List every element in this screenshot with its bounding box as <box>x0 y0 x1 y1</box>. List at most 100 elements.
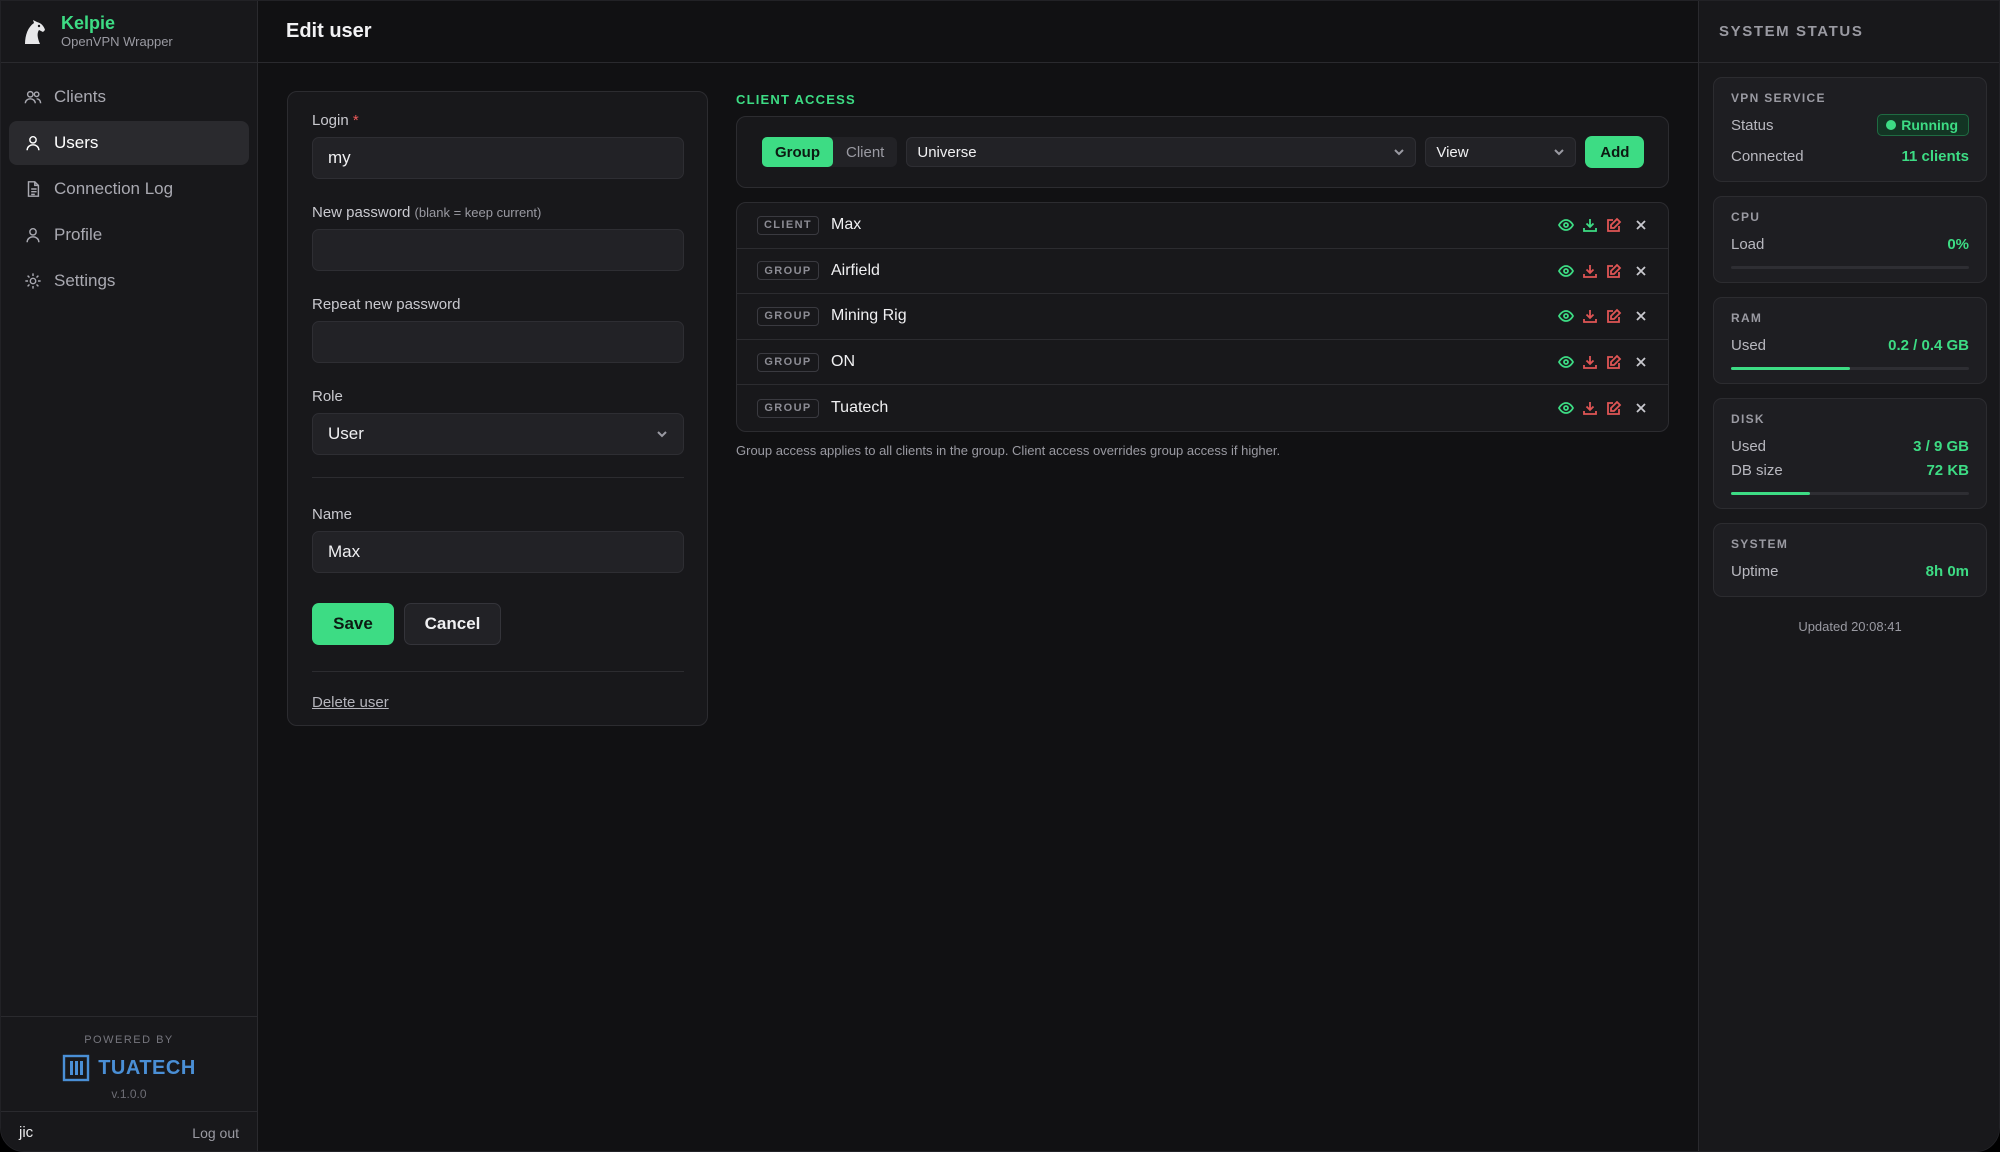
sidebar-item-label: Profile <box>54 225 103 244</box>
system-status-panel: SYSTEM STATUS VPN SERVICE Status Running… <box>1698 1 1999 1151</box>
card-title: SYSTEM <box>1731 537 1789 551</box>
status-updated-time: Updated 20:08:41 <box>1798 619 1902 634</box>
edit-icon[interactable] <box>1606 217 1622 233</box>
download-icon[interactable] <box>1582 308 1598 324</box>
ram-card: RAM Used 0.2 / 0.4 GB <box>1713 297 1987 384</box>
logout-link[interactable]: Log out <box>192 1125 239 1141</box>
sidebar-item-users[interactable]: Users <box>9 121 249 165</box>
card-title: VPN SERVICE <box>1731 91 1826 105</box>
access-type-badge: GROUP <box>757 306 819 326</box>
access-help-note: Group access applies to all clients in t… <box>736 443 1281 458</box>
eye-icon[interactable] <box>1558 263 1574 279</box>
card-title: RAM <box>1731 311 1763 325</box>
role-select-value: User <box>328 424 364 443</box>
name-field[interactable]: Max <box>312 531 684 573</box>
access-row: GROUP ON <box>737 340 1668 386</box>
stat-label: Used <box>1731 437 1767 455</box>
sidebar-item-label: Settings <box>54 271 116 290</box>
form-divider <box>312 477 684 478</box>
new-password-field[interactable] <box>312 229 684 271</box>
name-label: Name <box>312 506 353 523</box>
edit-icon[interactable] <box>1606 308 1622 324</box>
powered-by: POWERED BY TUATECH v.1.0.0 <box>1 1016 257 1111</box>
edit-icon[interactable] <box>1606 354 1622 370</box>
brand-subtitle: OpenVPN Wrapper <box>61 34 173 49</box>
login-field[interactable]: my <box>312 137 684 179</box>
cancel-button[interactable]: Cancel <box>404 603 501 645</box>
download-icon[interactable] <box>1582 263 1598 279</box>
access-name: Tuatech <box>831 399 889 417</box>
user-bar: jic Log out <box>1 1111 257 1151</box>
edit-icon[interactable] <box>1606 263 1622 279</box>
sidebar-item-clients[interactable]: Clients <box>9 75 249 119</box>
tuatech-logo-icon <box>63 1054 90 1082</box>
edit-user-form: Login * my New password (blank = keep cu… <box>287 91 708 726</box>
eye-icon[interactable] <box>1558 354 1574 370</box>
download-icon[interactable] <box>1582 400 1598 416</box>
app-version: v.1.0.0 <box>111 1087 147 1101</box>
edit-icon[interactable] <box>1606 400 1622 416</box>
stat-label: Load <box>1731 235 1765 253</box>
toggle-group-button[interactable]: Group <box>762 137 833 167</box>
close-icon[interactable] <box>1634 355 1648 369</box>
access-target-value: Universe <box>917 143 977 161</box>
role-select[interactable]: User <box>312 413 684 455</box>
stat-label: Used <box>1731 336 1767 354</box>
stat-label: Status <box>1731 116 1774 134</box>
stat-value: 72 KB <box>1926 461 1969 479</box>
disk-card: DISK Used 3 / 9 GB DB size 72 KB <box>1713 398 1987 509</box>
required-marker: * <box>352 112 359 129</box>
stat-value: 3 / 9 GB <box>1913 437 1969 455</box>
sidebar-item-profile[interactable]: Profile <box>9 213 249 257</box>
status-badge: Running <box>1877 114 1969 136</box>
close-icon[interactable] <box>1634 401 1648 415</box>
sidebar-item-label: Connection Log <box>54 179 174 198</box>
close-icon[interactable] <box>1634 218 1648 232</box>
ram-progress-bar <box>1731 367 1969 370</box>
access-row: GROUP Airfield <box>737 249 1668 295</box>
brand-title: Kelpie <box>61 13 116 33</box>
eye-icon[interactable] <box>1558 400 1574 416</box>
access-type-badge: GROUP <box>757 398 819 418</box>
eye-icon[interactable] <box>1558 217 1574 233</box>
add-access-button[interactable]: Add <box>1585 136 1645 168</box>
chevron-down-icon <box>1394 149 1405 156</box>
sidebar-item-settings[interactable]: Settings <box>9 259 249 303</box>
row-actions <box>1558 263 1648 279</box>
stat-label: DB size <box>1731 461 1783 479</box>
access-permission-select[interactable]: View <box>1425 137 1577 167</box>
access-row: GROUP Tuatech <box>737 385 1668 431</box>
access-add-bar: Group Client Universe View Add <box>736 116 1669 188</box>
close-icon[interactable] <box>1634 264 1648 278</box>
eye-icon[interactable] <box>1558 308 1574 324</box>
save-button[interactable]: Save <box>312 603 394 645</box>
user-icon <box>26 135 40 151</box>
stat-value: 0% <box>1947 235 1969 253</box>
access-name: Mining Rig <box>831 307 907 325</box>
delete-user-link[interactable]: Delete user <box>312 694 389 711</box>
download-icon[interactable] <box>1582 217 1598 233</box>
progress-fill <box>1731 492 1810 495</box>
repeat-password-field[interactable] <box>312 321 684 363</box>
brand[interactable]: Kelpie OpenVPN Wrapper <box>1 1 257 63</box>
access-row: GROUP Mining Rig <box>737 294 1668 340</box>
toggle-client-button[interactable]: Client <box>833 137 897 167</box>
download-icon[interactable] <box>1582 354 1598 370</box>
vpn-service-card: VPN SERVICE Status Running Connected 11 … <box>1713 77 1987 182</box>
powered-by-label: POWERED BY <box>84 1034 174 1046</box>
access-row: CLIENT Max <box>737 203 1668 249</box>
stat-value: 11 clients <box>1901 147 1969 165</box>
chevron-down-icon <box>1554 149 1565 156</box>
access-target-select[interactable]: Universe <box>906 137 1417 167</box>
progress-fill <box>1731 367 1850 370</box>
disk-used-row: Used 3 / 9 GB <box>1731 434 1969 458</box>
access-name: ON <box>831 353 855 371</box>
main-header: Edit user <box>258 1 1698 63</box>
sidebar-item-connection-log[interactable]: Connection Log <box>9 167 249 211</box>
role-label: Role <box>312 388 343 405</box>
powered-by-company: TUATECH <box>98 1056 196 1079</box>
cpu-progress-bar <box>1731 266 1969 269</box>
repeat-password-label: Repeat new password <box>312 296 461 313</box>
close-icon[interactable] <box>1634 309 1648 323</box>
access-type-toggle: Group Client <box>762 137 898 167</box>
